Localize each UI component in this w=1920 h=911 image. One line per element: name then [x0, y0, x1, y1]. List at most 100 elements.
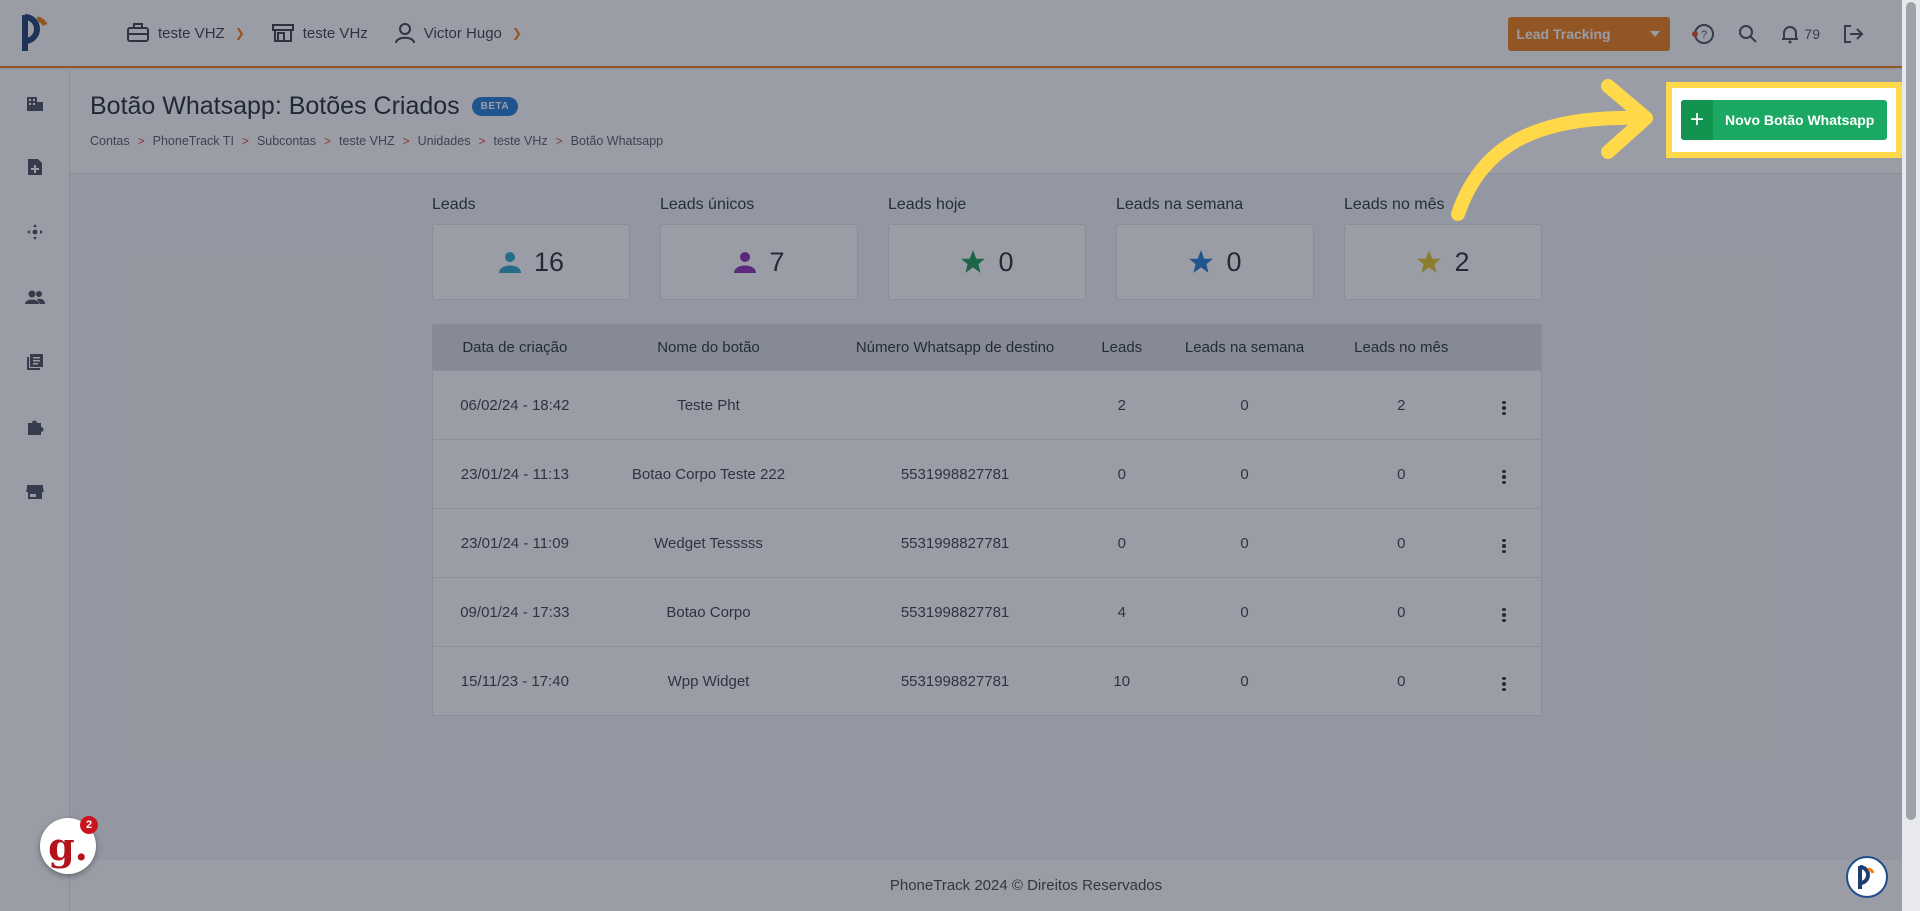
row-actions-button[interactable]	[1467, 464, 1541, 485]
breadcrumb-item[interactable]: Contas	[90, 134, 130, 148]
highlight-frame: + Novo Botão Whatsapp	[1666, 82, 1902, 158]
bell-icon	[1782, 26, 1799, 44]
cell-leads: 0	[1117, 465, 1126, 483]
cell-date: 23/01/24 - 11:09	[460, 534, 569, 552]
beta-badge: BETA	[471, 97, 519, 116]
sidebar-item-tracking[interactable]	[24, 221, 46, 243]
top-nav: teste VHZ ❯ teste VHz Victor Hugo ❯	[126, 22, 522, 44]
sidebar-item-library[interactable]	[24, 351, 46, 373]
breadcrumb-separator: >	[241, 134, 249, 148]
store-icon	[271, 24, 294, 42]
stat-label: Leads únicos	[660, 196, 755, 213]
plus-icon: +	[1681, 100, 1713, 140]
cell-date: 06/02/24 - 18:42	[460, 396, 570, 414]
lead-tracking-dropdown[interactable]: Lead Tracking	[1508, 17, 1671, 51]
logout-button[interactable]	[1842, 23, 1864, 45]
new-whatsapp-button[interactable]: + Novo Botão Whatsapp	[1681, 100, 1887, 140]
cell-leads-month: 0	[1397, 534, 1406, 552]
top-bar: teste VHZ ❯ teste VHz Victor Hugo ❯ Lead…	[0, 0, 1902, 68]
phonetrack-chat-button[interactable]	[1846, 856, 1888, 898]
row-actions-button[interactable]	[1467, 671, 1541, 692]
stat-leads-month: Leads no mês 2	[1344, 196, 1542, 300]
breadcrumb-current: Botão Whatsapp	[570, 134, 664, 148]
column-header[interactable]: Data de criação	[433, 339, 597, 356]
breadcrumb-item[interactable]: teste VHZ	[339, 134, 395, 148]
row-actions-button[interactable]	[1467, 395, 1541, 416]
more-vertical-icon	[1502, 602, 1506, 623]
stat-label: Leads no mês	[1344, 196, 1445, 213]
table-row: 06/02/24 - 18:42 Teste Pht 2 0 2	[433, 370, 1541, 439]
scrollbar-thumb[interactable]	[1906, 2, 1916, 820]
account-selector[interactable]: teste VHZ ❯	[126, 23, 245, 43]
star-icon	[961, 250, 986, 273]
phonetrack-logo-icon	[1858, 865, 1875, 889]
search-button[interactable]	[1738, 24, 1758, 44]
breadcrumb-item[interactable]: Unidades	[418, 134, 471, 148]
table-row: 23/01/24 - 11:13 Botao Corpo Teste 222 5…	[433, 439, 1541, 508]
more-vertical-icon	[1502, 533, 1506, 554]
sidebar-item-users[interactable]	[24, 286, 46, 308]
building-icon	[27, 97, 43, 111]
top-actions: Lead Tracking ? 79	[1508, 0, 1864, 68]
document-icon	[28, 159, 42, 175]
cell-date: 09/01/24 - 17:33	[460, 603, 570, 621]
stat-label: Leads na semana	[1116, 196, 1244, 213]
column-header[interactable]: Leads no mês	[1335, 339, 1467, 356]
stat-value: 0	[1226, 246, 1242, 277]
help-button[interactable]: ?	[1692, 22, 1716, 46]
row-actions-button[interactable]	[1467, 533, 1541, 554]
svg-text:?: ?	[1701, 29, 1707, 41]
column-header[interactable]: Nome do botão	[597, 339, 821, 356]
breadcrumb-item[interactable]: Subcontas	[257, 134, 316, 148]
sidebar-item-accounts[interactable]	[24, 92, 46, 114]
phonetrack-logo[interactable]	[0, 0, 70, 67]
cell-leads-week: 0	[1240, 672, 1249, 690]
notifications-button[interactable]: 79	[1780, 24, 1820, 44]
guide-widget-button[interactable]: g. 2	[40, 816, 98, 874]
cell-leads-week: 0	[1240, 465, 1249, 483]
storefront-icon	[26, 485, 44, 499]
sidebar-item-integrations[interactable]	[24, 416, 46, 438]
page-title: Botão Whatsapp: Botões Criados	[90, 92, 460, 120]
column-header[interactable]: Leads	[1090, 339, 1154, 356]
stat-value: 0	[998, 246, 1014, 277]
cell-leads-month: 2	[1397, 396, 1406, 414]
cell-name: Botao Corpo Teste 222	[631, 465, 786, 483]
cell-number: 5531998827781	[900, 672, 1010, 690]
more-vertical-icon	[1502, 395, 1506, 416]
people-icon	[25, 290, 45, 304]
column-header[interactable]: Leads na semana	[1154, 339, 1336, 356]
briefcase-icon	[127, 23, 149, 42]
buttons-table: Data de criação Nome do botão Número Wha…	[432, 324, 1542, 716]
notifications-count: 79	[1804, 26, 1820, 42]
user-menu[interactable]: Victor Hugo ❯	[394, 22, 522, 44]
more-vertical-icon	[1502, 464, 1506, 485]
column-header[interactable]: Número Whatsapp de destino	[820, 339, 1090, 356]
stat-box: 0	[1116, 224, 1314, 300]
vertical-scrollbar[interactable]	[1902, 0, 1920, 911]
star-icon	[1189, 250, 1214, 273]
breadcrumb-item[interactable]: teste VHz	[493, 134, 547, 148]
logout-icon	[1844, 25, 1864, 43]
cell-number: 5531998827781	[900, 603, 1010, 621]
guide-widget-count: 2	[80, 816, 98, 834]
stat-box: 16	[432, 224, 630, 300]
footer: PhoneTrack 2024 © Direitos Reservados	[70, 860, 1902, 911]
store-selector[interactable]: teste VHz	[271, 23, 368, 43]
stat-value: 16	[533, 246, 565, 277]
person-icon	[734, 252, 757, 273]
table-row: 23/01/24 - 11:09 Wedget Tesssss 55319988…	[433, 508, 1541, 577]
row-actions-button[interactable]	[1467, 602, 1541, 623]
cell-leads: 4	[1117, 603, 1126, 621]
breadcrumb-item[interactable]: PhoneTrack TI	[153, 134, 234, 148]
stat-label: Leads	[432, 196, 476, 213]
sidebar-item-reports[interactable]	[24, 156, 46, 178]
stat-unique-leads: Leads únicos 7	[660, 196, 858, 300]
sidebar	[0, 70, 70, 911]
breadcrumb-separator: >	[324, 134, 332, 148]
stat-value: 7	[769, 246, 785, 277]
stat-label: Leads hoje	[888, 196, 967, 213]
breadcrumb-separator: >	[402, 134, 410, 148]
sidebar-item-stores[interactable]	[24, 481, 46, 503]
cell-name: Wedget Tesssss	[654, 534, 763, 552]
